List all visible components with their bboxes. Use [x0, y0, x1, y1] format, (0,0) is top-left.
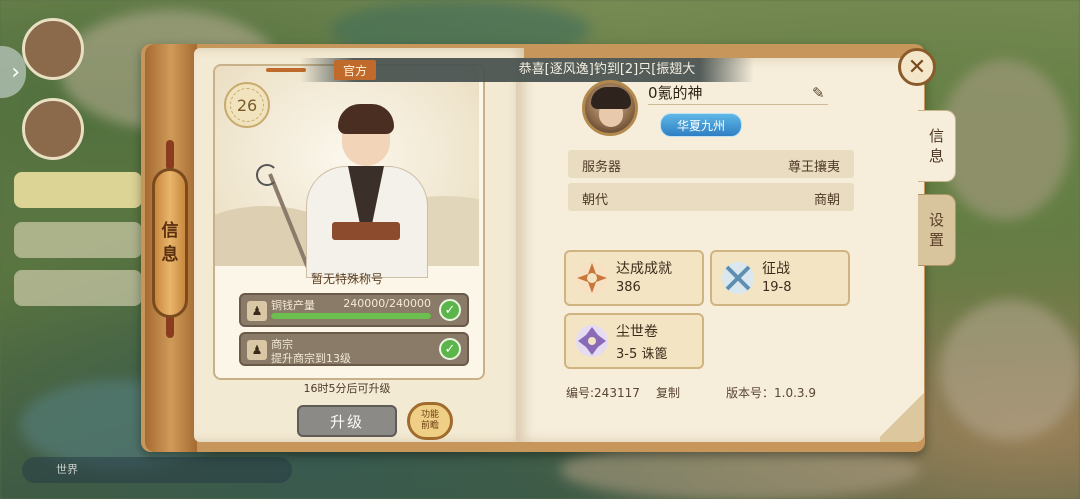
- spine-rod: [166, 140, 174, 170]
- fishing-hook: [256, 164, 278, 186]
- background-avatar: [22, 98, 84, 160]
- announcement-text: 恭喜[逐风逸]钓到[2]只[振翅大: [518, 62, 696, 77]
- version-label: 版本号：1.0.3.9: [726, 386, 816, 400]
- achievement-title: 达成成就: [616, 261, 672, 277]
- crossed-swords-icon: [722, 262, 754, 294]
- upgrade-timer: 16时5分后可升级: [303, 382, 391, 395]
- tab-label: 设: [928, 211, 944, 229]
- server-row: 服务器 尊王攘夷: [568, 150, 854, 178]
- copper-output-value: 240000/240000: [343, 297, 431, 310]
- copy-button[interactable]: 复制: [656, 384, 680, 401]
- check-icon: ✓: [439, 338, 461, 360]
- person-icon: ♟: [247, 301, 267, 321]
- tab-label: 信: [928, 127, 944, 145]
- tab-label: 置: [928, 231, 944, 249]
- achievement-value: 386: [616, 280, 641, 295]
- check-icon: ✓: [439, 299, 461, 321]
- name-underline: [648, 104, 828, 105]
- background-avatar: [22, 18, 84, 80]
- feature-preview-button[interactable]: 功能 前瞻: [407, 402, 453, 440]
- tab-settings[interactable]: 设 置: [918, 194, 956, 266]
- tab-info[interactable]: 信 息: [918, 110, 956, 182]
- player-id: 编号:243117: [566, 386, 640, 400]
- world-scroll-value: 3-5 诛篦: [616, 347, 668, 362]
- background-list-item: [14, 270, 142, 306]
- world-scroll-card[interactable]: 尘世卷 3-5 诛篦: [564, 313, 704, 369]
- close-icon: ✕: [907, 54, 927, 80]
- character-portrait: [256, 104, 462, 278]
- copper-output-row: ♟ 铜钱产量 240000/240000 ✓: [239, 293, 469, 327]
- campaign-value: 19-8: [762, 280, 792, 295]
- upgrade-button[interactable]: 升级: [297, 405, 397, 437]
- copper-output-label: 铜钱产量: [271, 299, 315, 312]
- achievement-card[interactable]: 达成成就 386: [564, 250, 704, 306]
- copper-progress-bar: [271, 313, 431, 319]
- fishing-rod: [268, 173, 310, 268]
- close-button[interactable]: ✕: [898, 48, 936, 86]
- character-sash: [332, 222, 400, 240]
- character-hair: [338, 104, 394, 134]
- spine-tab-label: 信: [161, 221, 179, 241]
- region-badge: 华夏九州: [660, 113, 742, 137]
- sect-requirement-row: ♟ 商宗 提升商宗到13级 ✓: [239, 332, 469, 366]
- server-label: 服务器: [582, 160, 622, 175]
- campaign-card[interactable]: 征战 19-8: [710, 250, 850, 306]
- server-value: 尊王攘夷: [787, 160, 840, 175]
- sect-requirement-text: 提升商宗到13级: [271, 352, 351, 365]
- dynasty-row: 朝代 商朝: [568, 183, 854, 211]
- sunburst-icon: [576, 262, 608, 294]
- purple-emblem-icon: [576, 325, 608, 357]
- level-value: 26: [236, 95, 258, 115]
- preview-label: 功能: [420, 410, 439, 420]
- background-list-item: [14, 172, 142, 208]
- dynasty-value: 商朝: [813, 193, 840, 208]
- player-name: 0氪的神: [648, 84, 703, 102]
- player-avatar[interactable]: [582, 80, 638, 136]
- world-scroll-title: 尘世卷: [616, 324, 658, 340]
- person-icon: ♟: [247, 340, 267, 360]
- background-list-item: [14, 222, 142, 258]
- dynasty-label: 朝代: [582, 193, 609, 208]
- spine-tab-label: 息: [161, 245, 179, 265]
- edit-pen-icon[interactable]: ✎: [812, 84, 830, 102]
- tab-label: 息: [928, 147, 944, 165]
- page-curl: [880, 388, 924, 442]
- copper-progress-fill: [271, 313, 431, 319]
- preview-label: 前瞻: [420, 421, 439, 431]
- special-title: 暂无特殊称号: [310, 272, 383, 286]
- chat-bar[interactable]: 世界: [22, 457, 292, 483]
- official-tag: 官方: [334, 60, 376, 80]
- info-spine-tab[interactable]: 信 息: [152, 168, 188, 318]
- campaign-title: 征战: [762, 261, 790, 277]
